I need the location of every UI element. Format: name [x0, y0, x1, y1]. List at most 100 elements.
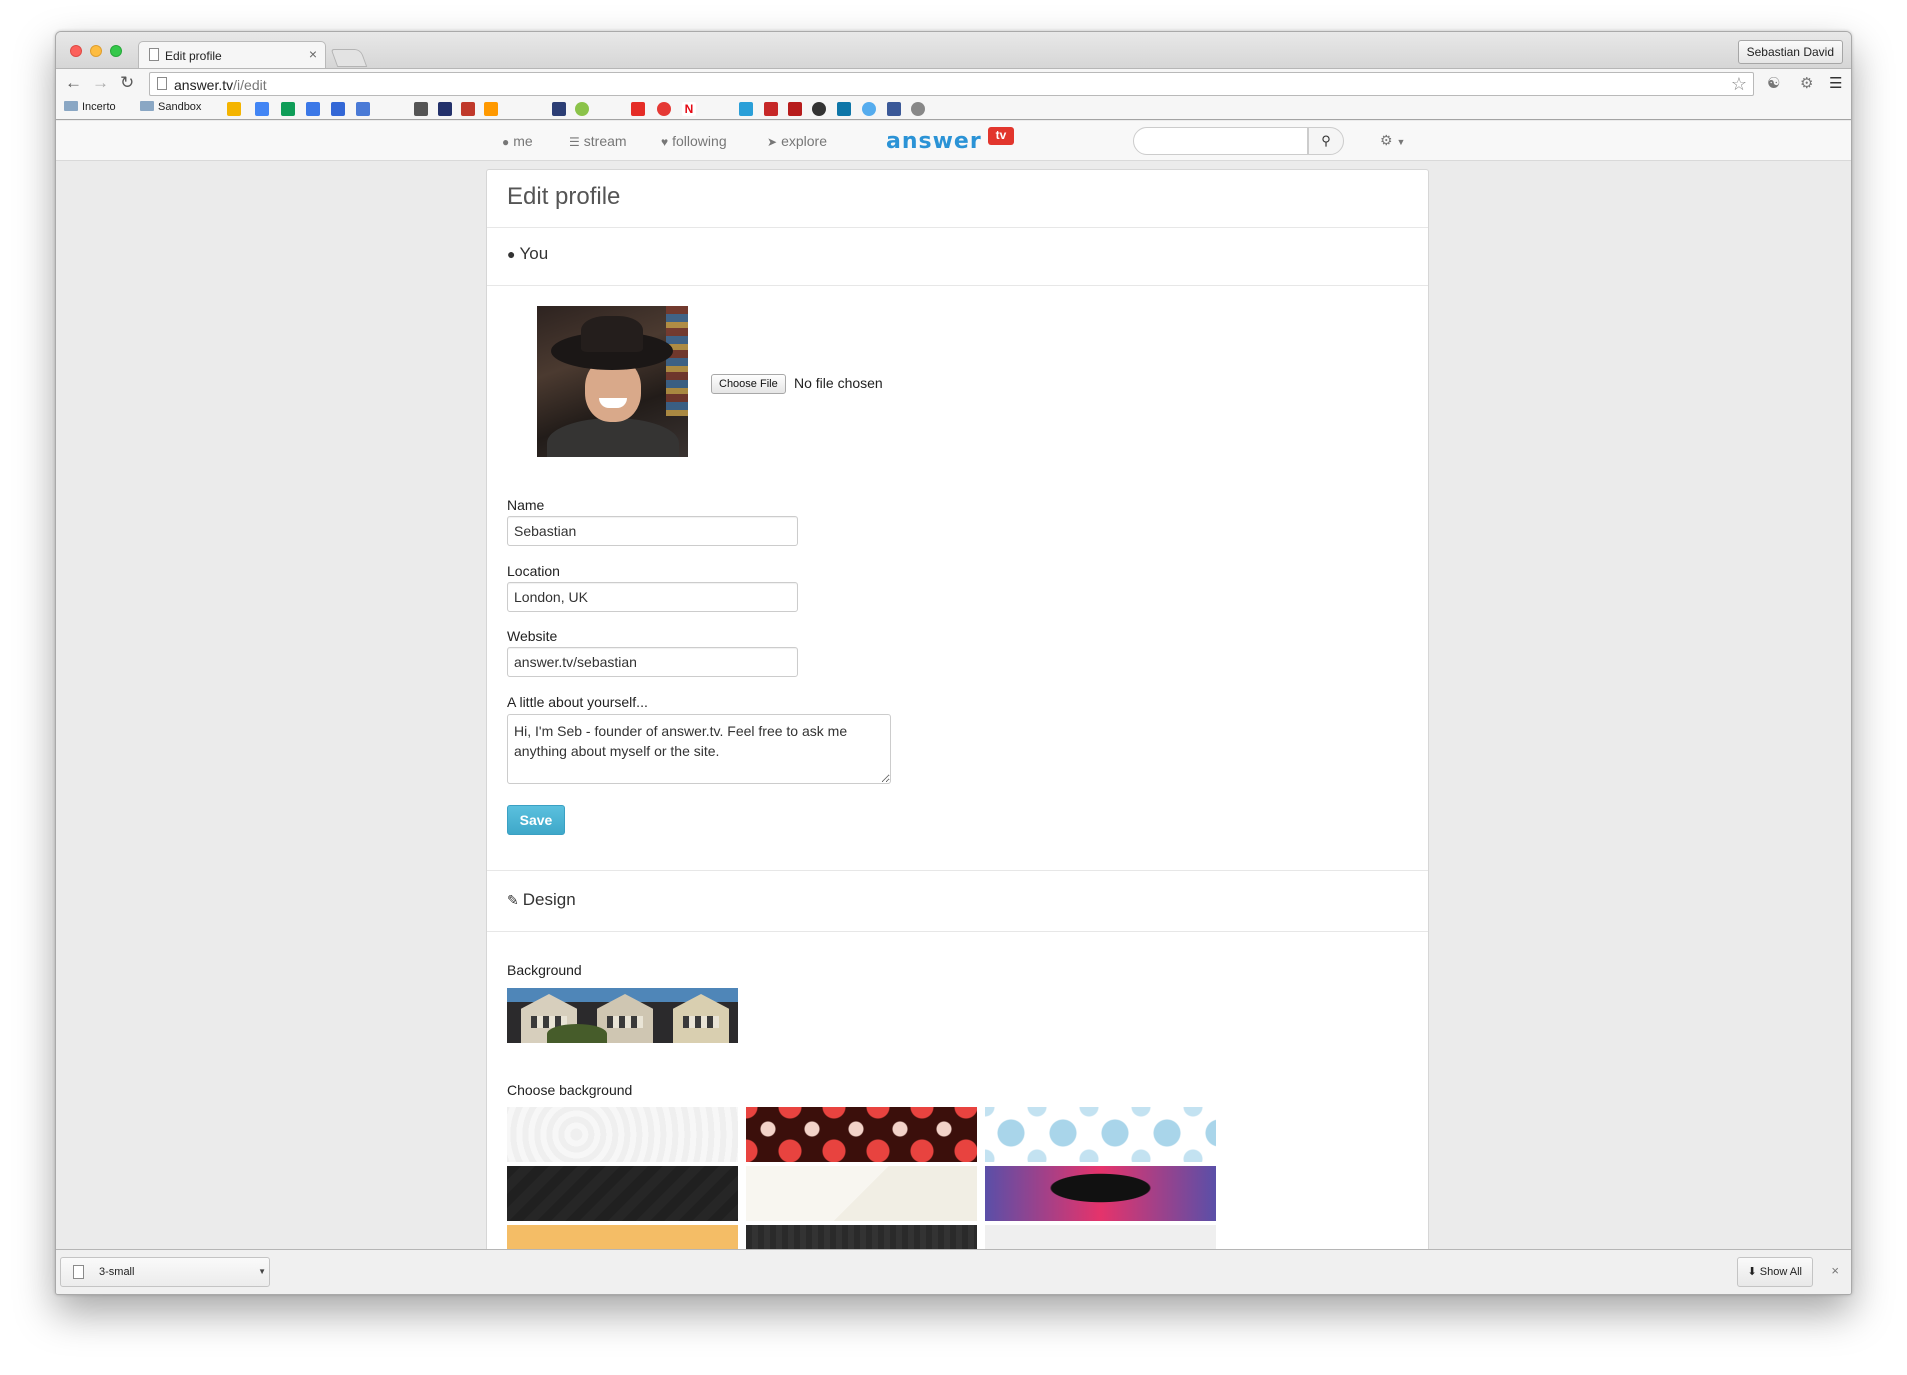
new-tab-button[interactable] [330, 49, 368, 67]
nav-following[interactable]: ♥ following [661, 133, 727, 149]
search-icon: ⚲ [1321, 133, 1331, 148]
browser-window: Edit profile × Sebastian David ← → ↻ ans… [55, 31, 1852, 1295]
avatar-detail [547, 418, 679, 457]
background-option[interactable] [985, 1225, 1216, 1249]
download-shelf: 3-small ▼ ⬇ Show All × [56, 1249, 1851, 1294]
you-section-heading: ● You [507, 244, 548, 264]
answer-tv-logo[interactable]: answer tv [886, 127, 1014, 154]
evernote-icon[interactable] [575, 102, 589, 116]
bookmark-icon[interactable] [414, 102, 428, 116]
heart-icon: ♥ [661, 135, 669, 149]
user-icon: ● [507, 246, 516, 262]
divider [487, 870, 1428, 871]
play-icon[interactable] [657, 102, 671, 116]
linkedin-icon[interactable] [837, 102, 851, 116]
background-option[interactable] [507, 1225, 738, 1249]
bookmark-icon[interactable] [764, 102, 778, 116]
you-heading-text: You [519, 244, 549, 263]
browser-toolbar: ← → ↻ answer.tv/i/edit ☆ ☯ ⚙ ☰ [56, 68, 1851, 98]
background-option[interactable] [746, 1225, 977, 1249]
forward-arrow-icon[interactable]: → [92, 73, 109, 93]
tab-strip: Edit profile × Sebastian David [56, 32, 1851, 69]
github-icon[interactable] [812, 102, 826, 116]
bookmark-folder-sandbox[interactable]: Sandbox [140, 101, 201, 113]
show-all-downloads-button[interactable]: ⬇ Show All [1736, 1257, 1813, 1287]
bookmark-icon[interactable] [438, 102, 452, 116]
bg-detail [547, 1024, 607, 1043]
window-close-button[interactable] [70, 45, 82, 57]
youtube-icon[interactable] [631, 102, 645, 116]
docs-icon[interactable] [255, 102, 269, 116]
background-option[interactable] [507, 1166, 738, 1221]
folder-icon [64, 101, 78, 111]
tab-title: Edit profile [165, 49, 222, 63]
close-shelf-icon[interactable]: × [1831, 1263, 1839, 1278]
choose-file-button[interactable]: Choose File [711, 374, 786, 394]
site-search-input[interactable] [1133, 127, 1308, 155]
extension-icon[interactable]: ☯ [1767, 74, 1780, 92]
calendar-icon[interactable] [331, 102, 345, 116]
window-maximize-button[interactable] [110, 45, 122, 57]
close-tab-icon[interactable]: × [309, 46, 317, 62]
design-heading-text: Design [522, 890, 576, 909]
sheets-icon[interactable] [281, 102, 295, 116]
bookmark-star-icon[interactable]: ☆ [1731, 74, 1747, 95]
file-icon [73, 1265, 84, 1279]
background-option[interactable] [985, 1166, 1216, 1221]
download-item[interactable]: 3-small ▼ [60, 1257, 270, 1287]
caret-down-icon[interactable]: ▼ [258, 1267, 266, 1276]
bookmark-icon[interactable] [552, 102, 566, 116]
bookmark-icon[interactable] [739, 102, 753, 116]
design-section-heading: ✎ Design [507, 890, 576, 910]
back-arrow-icon[interactable]: ← [65, 73, 82, 93]
nav-stream[interactable]: ☰ stream [569, 133, 627, 149]
bookmark-folder-incerto[interactable]: Incerto [64, 101, 116, 113]
reddit-icon[interactable] [911, 102, 925, 116]
window-minimize-button[interactable] [90, 45, 102, 57]
google-icon[interactable] [356, 102, 370, 116]
background-option[interactable] [746, 1107, 977, 1162]
twitter-icon[interactable] [862, 102, 876, 116]
menu-icon[interactable]: ☰ [1829, 74, 1842, 92]
bookmark-label: Incerto [82, 101, 116, 113]
bookmark-icon[interactable] [461, 102, 475, 116]
avatar [537, 306, 688, 457]
divider [487, 227, 1428, 228]
save-button[interactable]: Save [507, 805, 565, 835]
background-option[interactable] [746, 1166, 977, 1221]
logo-word: answer [886, 129, 982, 154]
website-field[interactable] [507, 647, 798, 677]
url-host: answer.tv [174, 77, 234, 93]
bookmark-label: Sandbox [158, 101, 202, 113]
caret-down-icon: ▼ [1396, 137, 1406, 147]
extension-off-icon[interactable]: ⚙ [1800, 74, 1813, 92]
profile-button[interactable]: Sebastian David [1737, 40, 1843, 64]
bookmark-icon[interactable] [788, 102, 802, 116]
nav-explore[interactable]: ➤ explore [767, 133, 827, 149]
tab-edit-profile[interactable]: Edit profile × [138, 41, 326, 69]
background-label: Background [507, 962, 582, 978]
settings-dropdown[interactable]: ⚙ ▼ [1380, 132, 1405, 149]
contacts-icon[interactable] [306, 102, 320, 116]
site-navbar: ● me ☰ stream ♥ following ➤ explore answer t… [56, 121, 1851, 161]
about-textarea[interactable]: Hi, I'm Seb - founder of answer.tv. Feel… [507, 714, 891, 784]
site-search-button[interactable]: ⚲ [1308, 127, 1344, 155]
nav-me-label: me [513, 133, 533, 149]
folder-icon [140, 101, 154, 111]
avatar-detail [666, 306, 688, 416]
nav-me[interactable]: ● me [502, 133, 533, 149]
location-field[interactable] [507, 582, 798, 612]
amazon-icon[interactable] [484, 102, 498, 116]
background-option[interactable] [985, 1107, 1216, 1162]
netflix-icon[interactable]: N [682, 102, 696, 116]
drive-icon[interactable] [227, 102, 241, 116]
location-label: Location [507, 563, 560, 579]
name-field[interactable] [507, 516, 798, 546]
reload-icon[interactable]: ↻ [120, 73, 134, 93]
address-bar[interactable]: answer.tv/i/edit ☆ [149, 72, 1754, 96]
facebook-icon[interactable] [887, 102, 901, 116]
current-background-image [507, 988, 738, 1043]
nav-stream-label: stream [583, 133, 627, 149]
background-option[interactable] [507, 1107, 738, 1162]
divider [487, 285, 1428, 286]
